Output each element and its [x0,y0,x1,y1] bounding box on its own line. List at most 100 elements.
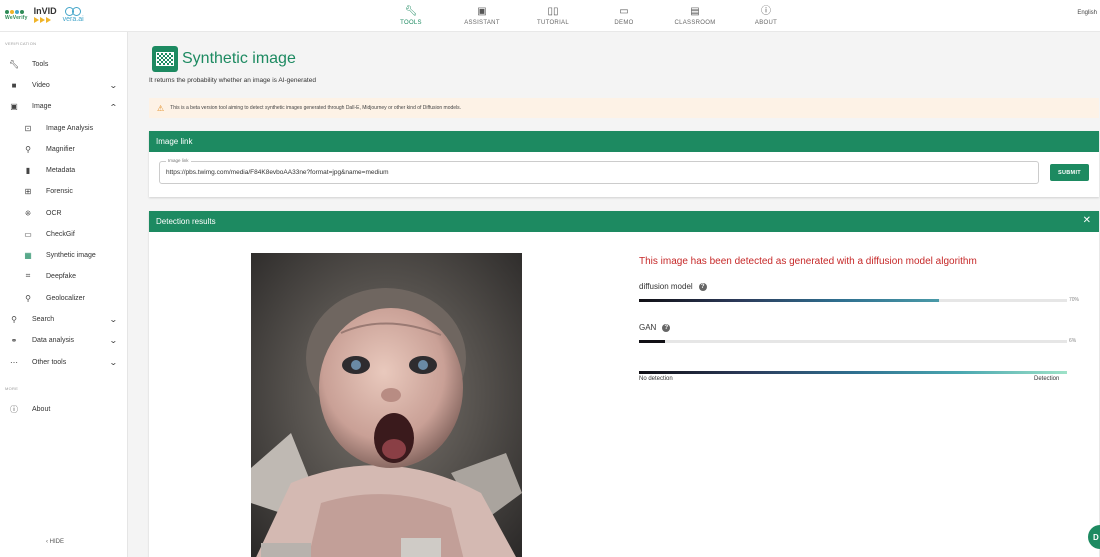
sidebar-item-data-analysis[interactable]: ⚭ Data analysis ⌄ [0,330,128,350]
vera-logo-text: vera.ai [62,16,84,23]
classroom-icon: ▤ [690,5,700,17]
chevron-down-icon: ⌄ [108,314,118,324]
image-link-card-header: Image link [149,131,1099,152]
sidebar-item-label: Forensic [46,187,73,195]
language-selector[interactable]: English [1077,10,1097,16]
gan-bar [639,340,1067,343]
sidebar-item-label: OCR [46,209,62,217]
help-icon[interactable]: ? [662,323,671,332]
detection-results-card: Detection results ✕ This image has been … [149,211,1099,557]
submit-button[interactable]: SUBMIT [1050,164,1089,181]
sidebar-item-image[interactable]: ▣ Image ⌄ [0,96,128,116]
warning-icon: ⚠ [157,103,165,113]
detection-results-header: Detection results ✕ [149,211,1099,232]
sidebar-item-geolocalizer[interactable]: ⚲ Geolocalizer [0,288,128,308]
diffusion-model-bar [639,299,1067,302]
chevron-up-icon: ⌄ [108,101,118,111]
sidebar-item-ocr[interactable]: ⁜ OCR [0,203,128,223]
tab-tools-label: TOOLS [400,19,422,26]
sidebar-item-label: Video [32,81,50,89]
sidebar-item-deepfake[interactable]: ⌗ Deepfake [0,266,128,286]
synthetic-image-icon [152,46,178,72]
sidebar-item-metadata[interactable]: ▮ Metadata [0,160,128,180]
sidebar-item-magnifier[interactable]: ⚲ Magnifier [0,139,128,159]
feedback-icon: D [1093,532,1099,542]
analyzed-image [251,253,522,557]
tab-demo-label: DEMO [614,19,634,26]
tab-assistant[interactable]: ▣ ASSISTANT [447,0,517,32]
chevron-down-icon: ⌄ [108,357,118,367]
more-icon: ⋯ [10,357,18,367]
metric-gan: GAN ? [639,323,671,332]
diffusion-model-bar-fill [639,299,939,302]
chevron-down-icon: ⌄ [108,335,118,345]
sidebar-item-label: Tools [32,60,49,68]
legend-no-detection: No detection [639,376,673,382]
sidebar-item-label: Image [32,102,52,110]
sidebar-item-label: Metadata [46,166,76,174]
tab-assistant-label: ASSISTANT [464,19,500,26]
page-subtitle: It returns the probability whether an im… [149,77,316,84]
main-nav: 🔧︎ TOOLS ▣ ASSISTANT ▯▯ TUTORIAL ▭ DEMO … [376,0,802,32]
info-icon: ⓘ [761,5,771,17]
sidebar-item-about[interactable]: ⓘ About [0,399,128,419]
metric-diffusion-model-label: diffusion model [639,282,693,291]
sidebar-item-other-tools[interactable]: ⋯ Other tools ⌄ [0,352,128,372]
vera-logo: vera.ai [63,7,84,23]
image-analysis-icon: ⊡ [24,123,32,133]
sidebar-section-verification: VERIFICATION [5,41,37,46]
sidebar-item-video[interactable]: ■ Video ⌄ [0,75,128,95]
sidebar-item-forensic[interactable]: ⊞ Forensic [0,181,128,201]
sidebar-item-tools[interactable]: 🔧︎ Tools [0,54,128,74]
sidebar-item-image-analysis[interactable]: ⊡ Image Analysis [0,118,128,138]
sidebar-item-label: Search [32,315,55,323]
tab-tools[interactable]: 🔧︎ TOOLS [376,0,446,32]
chevron-down-icon: ⌄ [108,80,118,90]
metric-gan-label: GAN [639,323,657,332]
tab-demo[interactable]: ▭ DEMO [589,0,659,32]
sidebar-item-search[interactable]: ⚲ Search ⌄ [0,309,128,329]
tab-about[interactable]: ⓘ ABOUT [731,0,801,32]
beta-warning-banner: ⚠ This is a beta version tool aiming to … [149,98,1099,118]
book-icon: ▯▯ [547,5,559,17]
checkgif-icon: ▭ [24,229,32,239]
weverify-logo: WeVerify [5,9,28,21]
sidebar-item-label: Other tools [32,358,67,366]
tab-tutorial[interactable]: ▯▯ TUTORIAL [518,0,588,32]
weverify-logo-text: WeVerify [5,14,28,21]
sidebar-item-label: Geolocalizer [46,294,85,302]
page-title: Synthetic image [182,50,296,67]
video-icon: ■ [11,80,17,90]
data-analysis-icon: ⚭ [10,335,18,345]
help-icon[interactable]: ? [698,282,707,291]
sidebar-item-label: Data analysis [32,336,75,344]
gan-bar-fill [639,340,665,343]
tab-classroom[interactable]: ▤ CLASSROOM [660,0,730,32]
sidebar-item-label: Deepfake [46,272,76,280]
image-link-input[interactable] [166,169,1026,176]
sidebar-item-label: About [32,405,51,413]
geolocalizer-icon: ⚲ [25,293,31,303]
sidebar-item-checkgif[interactable]: ▭ CheckGif [0,224,128,244]
detection-results-title: Detection results [156,217,216,226]
tab-classroom-label: CLASSROOM [674,19,716,26]
legend-detection: Detection [1034,376,1060,382]
image-link-field[interactable]: Image link [159,158,1039,184]
invid-logo-text: InVID [33,6,57,16]
sidebar-item-label: Magnifier [46,145,75,153]
detection-scale-legend [639,371,1067,374]
metadata-icon: ▮ [25,165,31,175]
top-bar: WeVerify InVID vera.ai 🔧︎ TOOLS ▣ ASSIST… [0,0,1100,32]
warning-text: This is a beta version tool aiming to de… [170,105,462,111]
image-link-field-label: Image link [166,158,191,163]
brand-logos[interactable]: WeVerify InVID vera.ai [5,4,84,26]
close-icon[interactable]: ✕ [1083,216,1091,226]
sidebar-item-label: CheckGif [46,230,75,238]
hide-sidebar-button[interactable]: ‹ HIDE [46,539,64,545]
sidebar-item-synthetic-image[interactable]: ▦ Synthetic image [0,245,128,265]
sidebar-section-more: MORE [5,386,19,391]
tab-about-label: ABOUT [754,19,778,26]
sidebar-item-label: Image Analysis [46,124,94,132]
synthetic-image-icon: ▦ [24,250,32,260]
magnifier-icon: ⚲ [25,144,31,154]
